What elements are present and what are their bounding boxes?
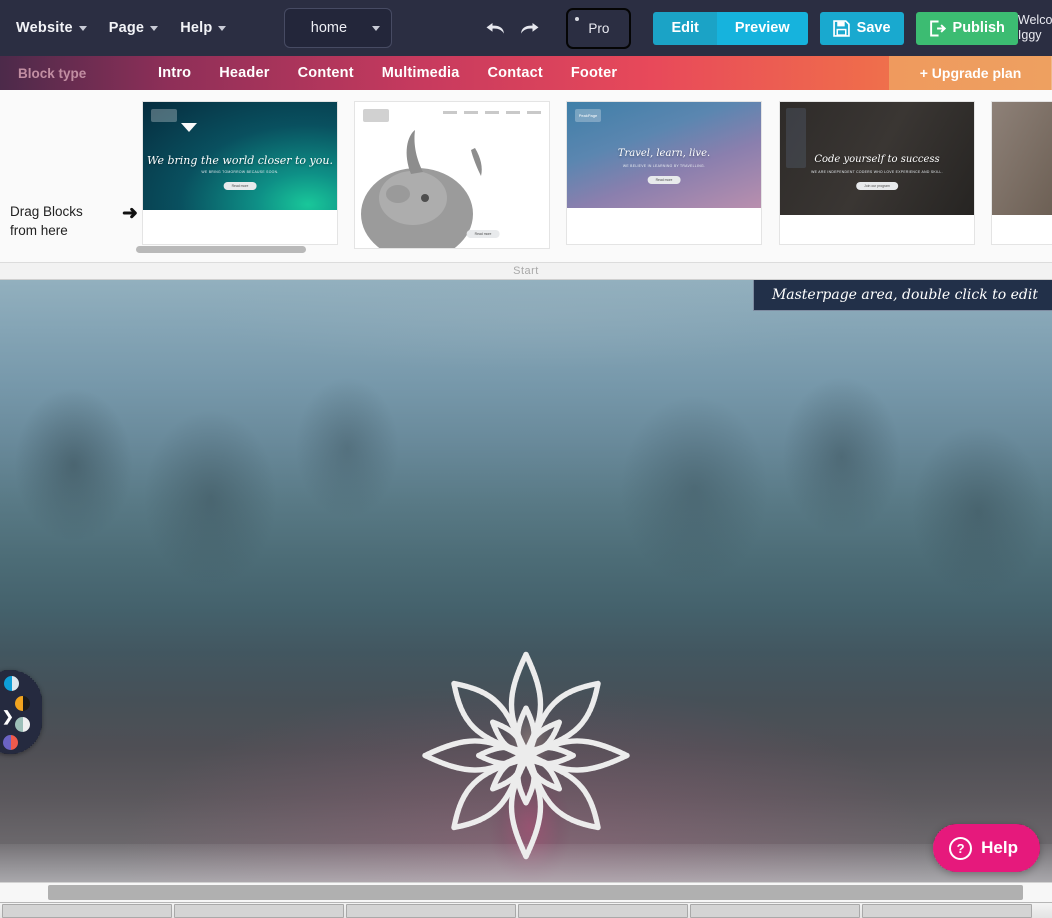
drag-hint-line1: Drag Blocks	[10, 204, 83, 219]
pro-label: Pro	[588, 20, 610, 36]
taskbar-item[interactable]	[518, 904, 688, 918]
swatch-blue[interactable]	[4, 676, 19, 691]
menu-help[interactable]: Help	[180, 20, 227, 36]
pro-badge-button[interactable]: Pro	[566, 7, 632, 49]
chevron-down-icon	[372, 25, 381, 31]
tab-content[interactable]: Content	[298, 65, 354, 81]
block-type-tabs: Intro Header Content Multimedia Contact …	[158, 56, 617, 90]
chevron-right-icon[interactable]: ❯	[2, 708, 14, 725]
menu-page-label: Page	[108, 20, 145, 36]
page-selector-dropdown[interactable]: home	[284, 8, 393, 48]
taskbar-item[interactable]	[862, 904, 1032, 918]
toolbar-action-group: Pro Edit Preview Save Publish	[478, 7, 1018, 49]
swatch-orange[interactable]	[15, 696, 30, 711]
block-4-subline: WE ARE INDEPENDENT CODERS WHO LOVE EXPER…	[811, 170, 943, 174]
drag-hint-line2: from here	[10, 223, 68, 238]
tab-contact[interactable]: Contact	[488, 65, 543, 81]
tab-header[interactable]: Header	[219, 65, 269, 81]
save-button[interactable]: Save	[819, 11, 904, 45]
block-palette: Drag Blocks from here ➜ We bring the wor…	[0, 90, 1052, 263]
chevron-down-icon	[78, 25, 87, 31]
block-4-button: Join our program	[856, 182, 898, 190]
help-button[interactable]: ? Help	[933, 824, 1040, 872]
os-taskbar	[0, 902, 1052, 918]
welcome-greeting: Welcome	[1017, 13, 1052, 27]
canvas-start-marker: Start	[0, 263, 1052, 280]
block-type-label: Block type	[18, 65, 87, 81]
palette-scrollbar-track[interactable]	[136, 246, 1026, 253]
horizontal-scrollbar-thumb[interactable]	[48, 885, 1023, 900]
block-1-headline: We bring the world closer to you.	[147, 154, 333, 167]
pro-status-dot-icon	[575, 16, 580, 21]
preview-button[interactable]: Preview	[716, 11, 808, 45]
menu-website[interactable]: Website	[16, 20, 87, 36]
block-5-subline: BOLD AND BRIGHT.	[1023, 172, 1052, 176]
publish-label: Publish	[952, 20, 1005, 36]
block-thumbnail-1[interactable]: We bring the world closer to you. WE BRI…	[143, 102, 337, 244]
block-4-headline: Code yourself to success	[814, 154, 940, 165]
block-3-headline: Travel, learn, live.	[617, 148, 711, 159]
horizontal-scrollbar[interactable]	[0, 882, 1052, 902]
block-1-subline: WE BRING TOMORROW BECAUSE SOON.	[201, 170, 279, 174]
block-5-blank-area	[992, 215, 1052, 244]
taskbar-item[interactable]	[690, 904, 860, 918]
top-toolbar: Website Page Help home Pro Edit Preview …	[0, 0, 1052, 56]
taskbar-item[interactable]	[174, 904, 344, 918]
tab-intro[interactable]: Intro	[158, 65, 191, 81]
publish-button[interactable]: Publish	[915, 11, 1018, 45]
menu-help-label: Help	[180, 20, 213, 36]
geometric-flower-star-logo	[422, 651, 630, 860]
block-3-button: Read more	[647, 176, 681, 184]
block-4-blank-area	[780, 215, 974, 244]
floppy-disk-icon	[832, 19, 850, 37]
publish-export-icon	[929, 20, 946, 36]
block-1-blank-area	[143, 210, 337, 244]
block-3-blank-area	[567, 208, 761, 244]
block-thumbnail-3[interactable]: PeakPage Travel, learn, live. WE BELIEVE…	[567, 102, 761, 244]
masterpage-area-note[interactable]: Masterpage area, double click to edit	[752, 280, 1052, 311]
block-thumbnail-2[interactable]: Read more	[355, 102, 549, 248]
edit-button[interactable]: Edit	[653, 11, 717, 45]
block-2-photo-icon	[361, 130, 482, 248]
drag-blocks-hint: Drag Blocks from here	[10, 202, 120, 240]
tab-footer[interactable]: Footer	[571, 65, 617, 81]
save-label: Save	[856, 20, 891, 36]
page-canvas[interactable]: ZOYA Masterpage area, double click to ed…	[0, 280, 1052, 882]
chevron-down-icon	[218, 25, 227, 31]
block-thumbnail-5[interactable]: Be BOLD AND BRIGHT.	[992, 102, 1052, 244]
undo-button[interactable]	[478, 11, 512, 45]
palette-scrollbar-thumb[interactable]	[136, 246, 306, 253]
page-selector-value: home	[310, 20, 348, 36]
block-1-button: Read more	[223, 182, 257, 190]
block-5-headline: Be	[992, 154, 1052, 167]
block-3-logo-icon: PeakPage	[575, 109, 601, 122]
start-label: Start	[513, 265, 539, 277]
help-label: Help	[981, 838, 1018, 857]
block-type-bar: Block type Intro Header Content Multimed…	[0, 56, 1052, 90]
toolbar-menu-group: Website Page Help home	[0, 8, 393, 48]
redo-button[interactable]	[512, 11, 546, 45]
menu-website-label: Website	[16, 20, 73, 36]
block-thumbnail-4[interactable]: Code yourself to success WE ARE INDEPEND…	[780, 102, 974, 244]
swatch-teal[interactable]	[15, 717, 30, 732]
hero-forest-layer	[0, 280, 1052, 700]
question-mark-circle-icon: ?	[949, 836, 973, 860]
menu-page[interactable]: Page	[108, 20, 159, 36]
taskbar-item[interactable]	[346, 904, 516, 918]
redo-arrow-icon	[520, 22, 539, 34]
upgrade-plan-button[interactable]: + Upgrade plan	[889, 56, 1052, 90]
edit-preview-toggle: Edit Preview	[653, 11, 808, 45]
right-arrow-icon: ➜	[122, 203, 138, 224]
welcome-username: Iggy	[1017, 28, 1042, 42]
chevron-down-icon	[150, 25, 159, 31]
tab-multimedia[interactable]: Multimedia	[382, 65, 460, 81]
swatch-violet[interactable]	[3, 735, 18, 750]
undo-arrow-icon	[486, 22, 504, 34]
user-account-menu[interactable]: Welcome Iggy	[1018, 13, 1052, 43]
block-3-subline: WE BELIEVE IN LEARNING BY TRAVELLING.	[622, 164, 706, 168]
block-2-button: Read more	[466, 230, 500, 238]
block-1-logo-icon	[151, 109, 177, 122]
taskbar-item[interactable]	[2, 904, 172, 918]
active-tab-caret-icon	[181, 123, 197, 132]
